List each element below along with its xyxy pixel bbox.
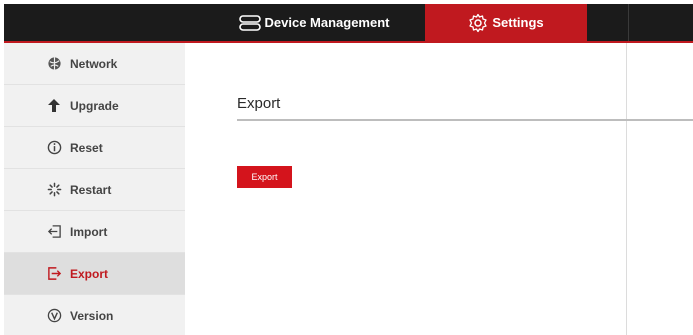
title-underline: [237, 119, 693, 121]
sidebar-item-network[interactable]: Network: [4, 43, 185, 85]
sidebar-item-label: Network: [70, 56, 118, 71]
main-content: Export Export: [237, 95, 693, 188]
sidebar-item-import[interactable]: Import: [4, 211, 185, 253]
sidebar-item-label: Export: [70, 266, 109, 281]
sidebar-item-restart[interactable]: Restart: [4, 169, 185, 211]
version-icon: [46, 308, 62, 324]
sidebar-item-upgrade[interactable]: Upgrade: [4, 85, 185, 127]
top-nav-bar: Device Management Settings: [4, 4, 693, 43]
export-icon: [46, 266, 62, 282]
sidebar-item-label: Reset: [70, 140, 103, 155]
sidebar-item-label: Restart: [70, 182, 112, 197]
header-divider: [628, 4, 629, 41]
page-title: Export: [237, 95, 281, 112]
sidebar-item-export[interactable]: Export: [4, 253, 185, 295]
export-button[interactable]: Export: [237, 166, 292, 188]
tab-device-management-label: Device Management: [264, 15, 390, 30]
sidebar-item-label: Upgrade: [70, 98, 119, 113]
tab-settings-label: Settings: [492, 15, 544, 30]
sidebar: Network Upgrade Reset Restart Import Exp…: [4, 43, 185, 335]
gear-icon: [468, 13, 488, 33]
sidebar-item-label: Version: [70, 308, 114, 323]
import-icon: [46, 224, 62, 240]
sidebar-item-version[interactable]: Version: [4, 295, 185, 335]
device-icon: [238, 14, 261, 31]
tab-device-management[interactable]: Device Management: [226, 4, 402, 41]
content-divider: [626, 43, 627, 335]
spinner-icon: [46, 182, 62, 198]
info-icon: [46, 140, 62, 156]
sidebar-item-reset[interactable]: Reset: [4, 127, 185, 169]
network-icon: [46, 56, 62, 72]
tab-settings[interactable]: Settings: [425, 4, 587, 41]
sidebar-item-label: Import: [70, 224, 108, 239]
upgrade-arrow-icon: [46, 98, 62, 114]
